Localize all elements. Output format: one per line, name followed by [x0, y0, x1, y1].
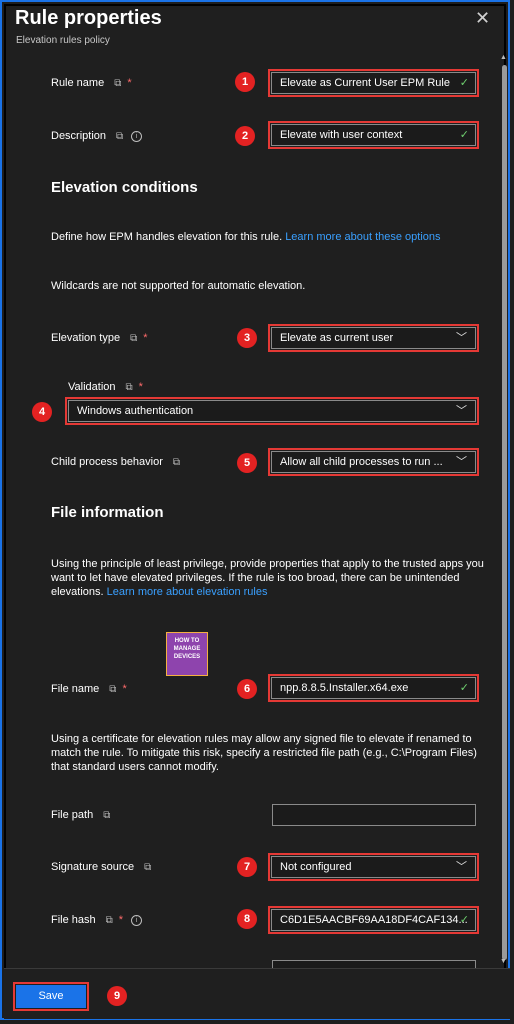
step-badge: 3 [237, 328, 257, 348]
scroll-up-icon[interactable]: ▲ [500, 54, 507, 61]
chevron-down-icon: ﹀ [456, 861, 467, 873]
elevation-intro: Define how EPM handles elevation for thi… [51, 231, 441, 243]
file-info-intro: Using the principle of least privilege, … [51, 558, 484, 598]
page-title: Rule properties [15, 7, 162, 29]
rule-name-field[interactable]: Elevate as Current User EPM Rule ✓ [268, 69, 479, 97]
description-field[interactable]: Elevate with user context ✓ [268, 121, 479, 149]
file-name-label: File name ⧉ * [51, 683, 127, 695]
save-button[interactable]: Save [13, 982, 89, 1011]
wildcards-note: Wildcards are not supported for automati… [51, 280, 306, 292]
chevron-down-icon: ﹀ [456, 456, 467, 468]
copy-icon: ⧉ [114, 78, 122, 89]
learn-more-options-link[interactable]: Learn more about these options [285, 231, 440, 243]
copy-icon: ⧉ [109, 684, 117, 695]
copy-icon: ⧉ [105, 915, 113, 926]
file-path-label: File path ⧉ [51, 809, 111, 821]
close-icon[interactable]: ✕ [475, 9, 490, 27]
child-process-dropdown[interactable]: Allow all child processes to run ... ﹀ [268, 448, 479, 476]
info-icon[interactable]: i [131, 130, 143, 142]
step-badge: 6 [237, 679, 257, 699]
elevation-type-dropdown[interactable]: Elevate as current user ﹀ [268, 324, 479, 352]
signature-source-label: Signature source ⧉ [51, 861, 152, 873]
chevron-down-icon: ﹀ [456, 405, 467, 417]
chevron-down-icon: ﹀ [456, 332, 467, 344]
scrollbar-thumb[interactable] [502, 65, 507, 960]
step-badge: 7 [237, 857, 257, 877]
learn-more-rules-link[interactable]: Learn more about elevation rules [107, 586, 268, 598]
validation-label: Validation ⧉ * [68, 381, 143, 393]
step-badge: 8 [237, 909, 257, 929]
elevation-type-label: Elevation type ⧉ * [51, 332, 148, 344]
check-icon: ✓ [459, 77, 469, 89]
file-information-heading: File information [51, 504, 164, 521]
check-icon: ✓ [459, 682, 469, 694]
copy-icon: ⧉ [172, 457, 181, 468]
file-hash-label: File hash ⧉ * i [51, 914, 143, 926]
step-badge: 1 [235, 72, 255, 92]
validation-dropdown[interactable]: Windows authentication ﹀ [65, 397, 479, 425]
copy-icon: ⧉ [144, 862, 152, 873]
step-badge: 5 [237, 453, 257, 473]
description-label: Description ⧉ i [51, 130, 143, 142]
check-icon: ✓ [459, 129, 469, 141]
step-badge: 2 [235, 126, 255, 146]
info-icon[interactable]: i [131, 914, 143, 926]
file-name-field[interactable]: npp.8.8.5.Installer.x64.exe ✓ [268, 674, 479, 702]
copy-icon: ⧉ [130, 333, 138, 344]
watermark-logo: HOW TO MANAGE DEVICES [166, 632, 208, 676]
copy-icon: ⧉ [103, 810, 111, 821]
scroll-down-icon[interactable]: ▼ [500, 958, 507, 965]
file-path-input[interactable] [272, 804, 476, 826]
certificate-note: Using a certificate for elevation rules … [51, 733, 477, 773]
elevation-conditions-heading: Elevation conditions [51, 179, 198, 196]
file-hash-field[interactable]: C6D1E5AACBF69AA18DF4CAF134... ✓ [268, 906, 479, 934]
copy-icon: ⧉ [116, 131, 124, 142]
copy-icon: ⧉ [125, 382, 133, 393]
step-badge: 9 [107, 986, 127, 1006]
step-badge: 4 [32, 402, 52, 422]
signature-source-dropdown[interactable]: Not configured ﹀ [268, 853, 479, 881]
rule-name-label: Rule name ⧉ * [51, 77, 132, 89]
child-process-label: Child process behavior ⧉ [51, 456, 181, 468]
check-icon: ✓ [459, 914, 469, 926]
page-subtitle: Elevation rules policy [16, 35, 110, 46]
